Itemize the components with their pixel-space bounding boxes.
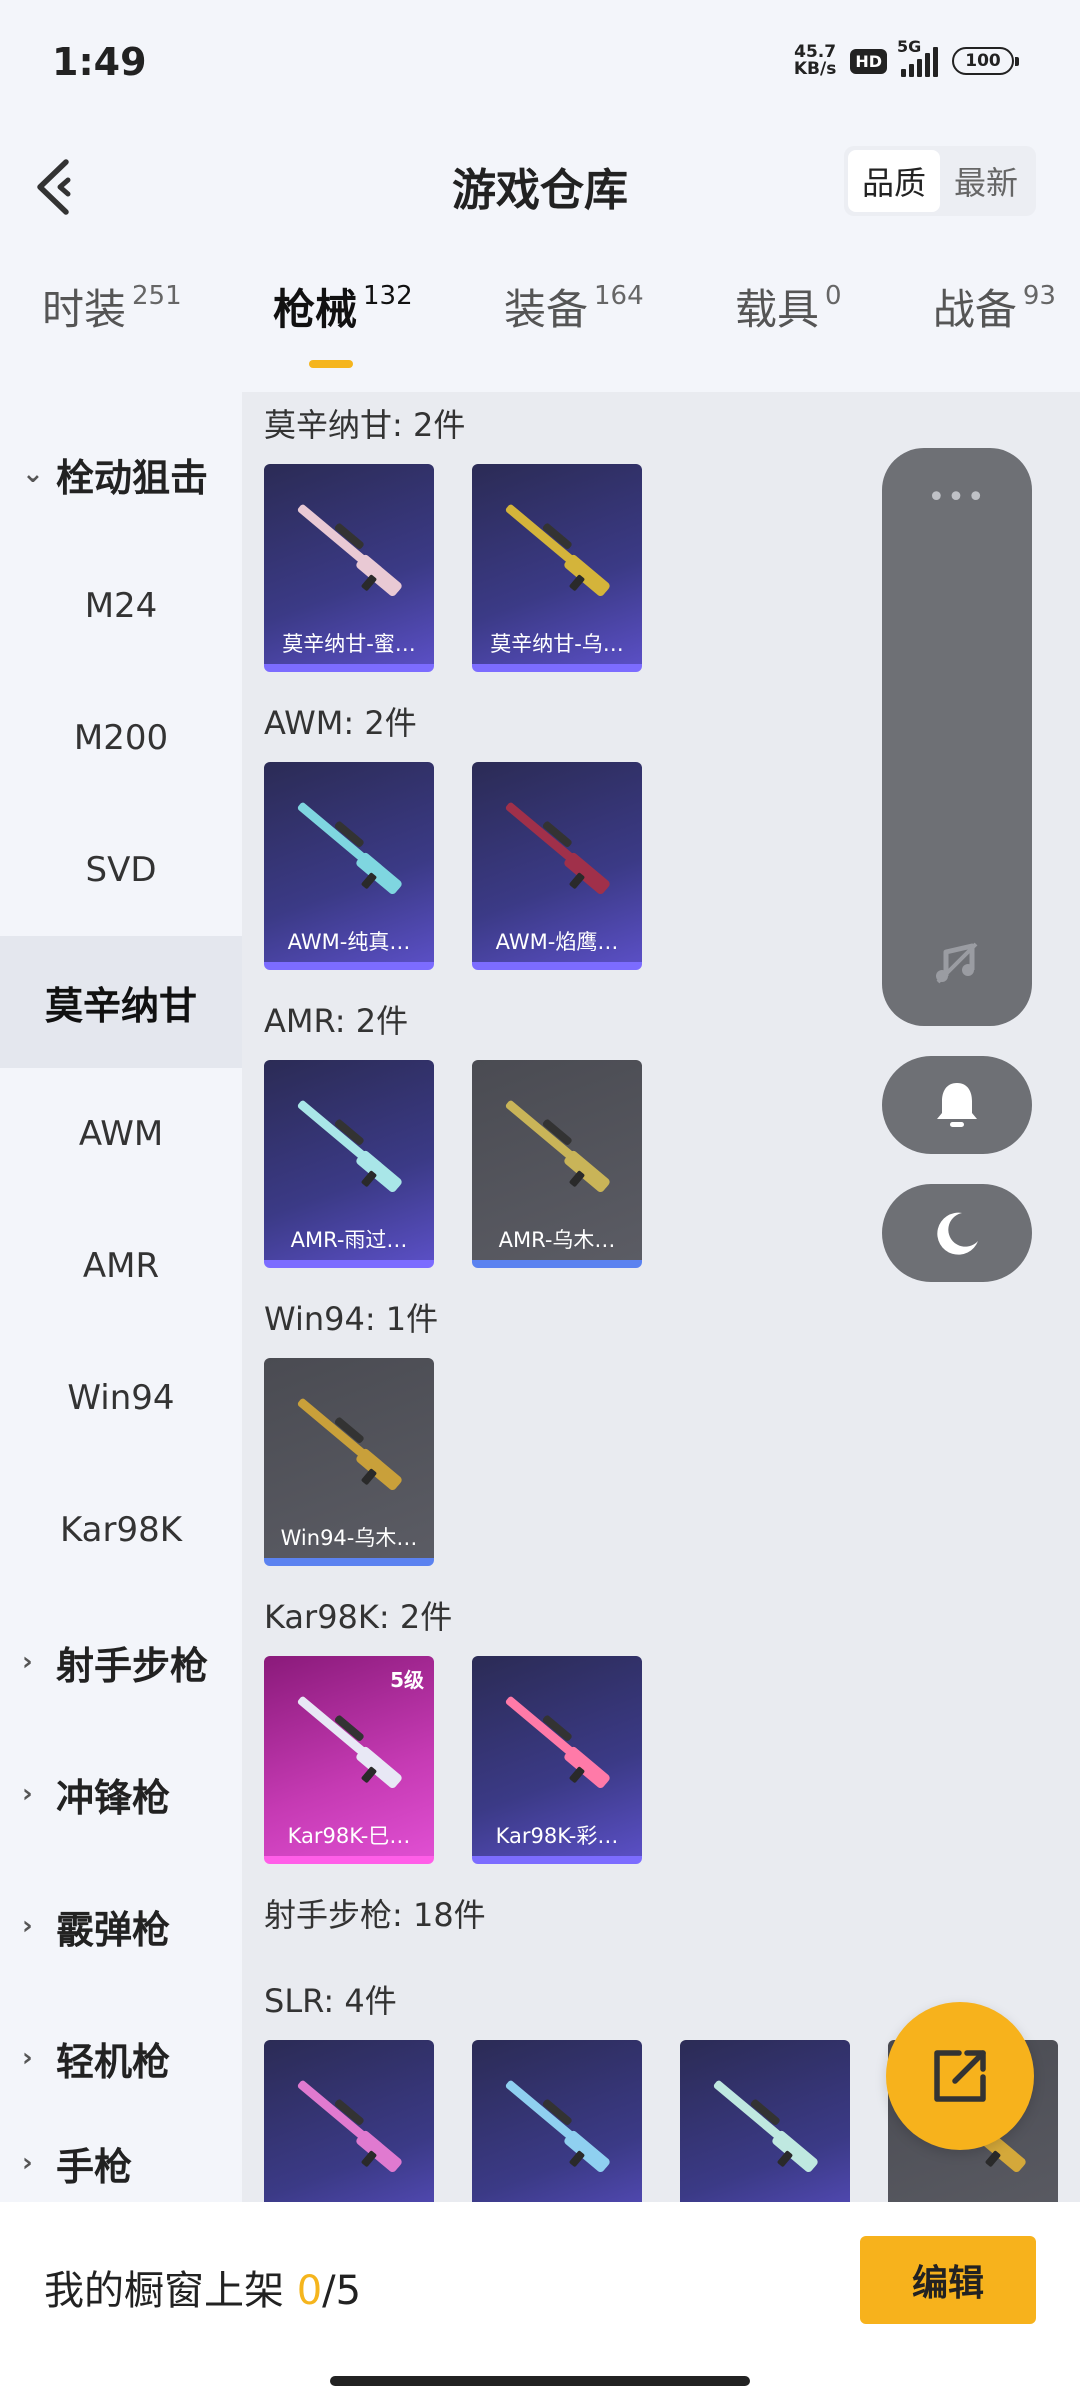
rifle-icon <box>505 504 610 597</box>
sidebar-item-m200[interactable]: M200 <box>0 672 242 804</box>
sidebar-item-lmg[interactable]: › 轻机枪 <box>0 1992 242 2124</box>
group-title: AMR: 2件 <box>264 1002 409 1040</box>
rifle-icon <box>505 802 610 895</box>
header: 游戏仓库 品质 最新 <box>0 130 1080 250</box>
section-title: 射手步枪: 18件 <box>264 1896 486 1934</box>
item-card[interactable]: 5级 Kar98K-巳… <box>264 1656 434 1864</box>
sidebar-item-m24[interactable]: M24 <box>0 540 242 672</box>
edit-button[interactable]: 编辑 <box>860 2236 1036 2324</box>
rifle-icon <box>297 2080 402 2173</box>
network-speed: 45.7 KB/s <box>793 42 837 79</box>
rifle-icon <box>297 1100 402 1193</box>
chevron-right-icon: › <box>22 1647 33 1677</box>
tab-firearms[interactable]: 枪械 132 <box>273 278 413 368</box>
group-title: SLR: 4件 <box>264 1982 397 2020</box>
floating-panel[interactable]: ••• <box>882 448 1032 1026</box>
chevron-right-icon: › <box>22 2148 33 2178</box>
showcase-count: 我的橱窗上架 0/5 <box>44 2268 362 2314</box>
rifle-icon <box>505 2080 610 2173</box>
status-icons: 45.7 KB/s HD 5G 100 <box>793 37 1019 79</box>
status-time: 1:49 <box>52 40 147 84</box>
chevron-right-icon: › <box>22 2043 33 2073</box>
sidebar-item-shotgun[interactable]: › 霰弹枪 <box>0 1860 242 1992</box>
item-card[interactable] <box>264 2040 434 2202</box>
sort-toggle: 品质 最新 <box>844 146 1036 216</box>
sidebar-item-bolt-action[interactable]: ⌄ 栓动狙击 <box>0 408 242 540</box>
sidebar-item-mosin[interactable]: 莫辛纳甘 <box>0 936 242 1068</box>
notification-button[interactable] <box>882 1056 1032 1154</box>
chevron-down-icon: ⌄ <box>22 459 44 489</box>
item-card[interactable] <box>680 2040 850 2202</box>
group-title: AWM: 2件 <box>264 704 417 742</box>
level-badge: 5级 <box>390 1668 424 1692</box>
tab-indicator <box>308 360 353 368</box>
sidebar-item-pistol[interactable]: › 手枪 <box>0 2124 242 2202</box>
rifle-icon <box>297 1398 402 1491</box>
item-card[interactable] <box>472 2040 642 2202</box>
item-card[interactable]: AMR-乌木… <box>472 1060 642 1268</box>
chevron-right-icon: › <box>22 1779 33 1809</box>
bottom-bar: 我的橱窗上架 0/5 编辑 <box>0 2202 1080 2400</box>
tab-vehicles[interactable]: 载具 0 <box>735 278 842 368</box>
sidebar-item-smg[interactable]: › 冲锋枪 <box>0 1728 242 1860</box>
sort-option-quality[interactable]: 品质 <box>848 150 940 212</box>
item-card[interactable]: Kar98K-彩… <box>472 1656 642 1864</box>
group-title: Win94: 1件 <box>264 1300 439 1338</box>
item-card[interactable]: AWM-焰鹰… <box>472 762 642 970</box>
rifle-icon <box>297 802 402 895</box>
sidebar-item-awm[interactable]: AWM <box>0 1068 242 1200</box>
hd-icon: HD <box>850 48 887 74</box>
rifle-icon <box>505 1696 610 1789</box>
sidebar-item-marksman[interactable]: › 射手步枪 <box>0 1596 242 1728</box>
sidebar-item-amr[interactable]: AMR <box>0 1200 242 1332</box>
item-card[interactable]: Win94-乌木… <box>264 1358 434 1566</box>
sidebar-item-kar98k[interactable]: Kar98K <box>0 1464 242 1596</box>
home-indicator[interactable] <box>330 2376 750 2386</box>
rifle-icon <box>297 504 402 597</box>
sidebar: ⌄ 栓动狙击 M24 M200 SVD 莫辛纳甘 AWM AMR Win94 K… <box>0 392 242 2202</box>
tab-supplies[interactable]: 战备 93 <box>933 278 1056 368</box>
tab-equipment[interactable]: 装备 164 <box>504 278 644 368</box>
group-title: 莫辛纳甘: 2件 <box>264 406 466 444</box>
status-bar: 1:49 45.7 KB/s HD 5G 100 <box>0 0 1080 130</box>
chevron-right-icon: › <box>22 1911 33 1941</box>
share-button[interactable] <box>886 2002 1034 2150</box>
item-card[interactable]: AMR-雨过… <box>264 1060 434 1268</box>
item-card[interactable]: 莫辛纳甘-乌… <box>472 464 642 672</box>
sidebar-item-svd[interactable]: SVD <box>0 804 242 936</box>
dark-mode-button[interactable] <box>882 1184 1032 1282</box>
tab-fashion[interactable]: 时装 251 <box>42 278 182 368</box>
rifle-icon <box>713 2080 818 2173</box>
group-title: Kar98K: 2件 <box>264 1598 453 1636</box>
item-card[interactable]: AWM-纯真… <box>264 762 434 970</box>
sidebar-item-win94[interactable]: Win94 <box>0 1332 242 1464</box>
sort-option-latest[interactable]: 最新 <box>940 150 1032 212</box>
moon-icon <box>937 1212 978 1255</box>
share-icon <box>934 2050 986 2102</box>
category-tabs: 时装 251 枪械 132 装备 164 载具 0 战备 93 <box>0 278 1080 388</box>
item-card[interactable]: 莫辛纳甘-蜜… <box>264 464 434 672</box>
more-icon[interactable]: ••• <box>882 480 1032 515</box>
rifle-icon <box>505 1100 610 1193</box>
bell-icon <box>937 1083 977 1127</box>
signal-icon: 5G <box>897 37 938 77</box>
music-off-icon[interactable] <box>932 938 982 988</box>
battery-icon: 100 <box>952 47 1019 75</box>
